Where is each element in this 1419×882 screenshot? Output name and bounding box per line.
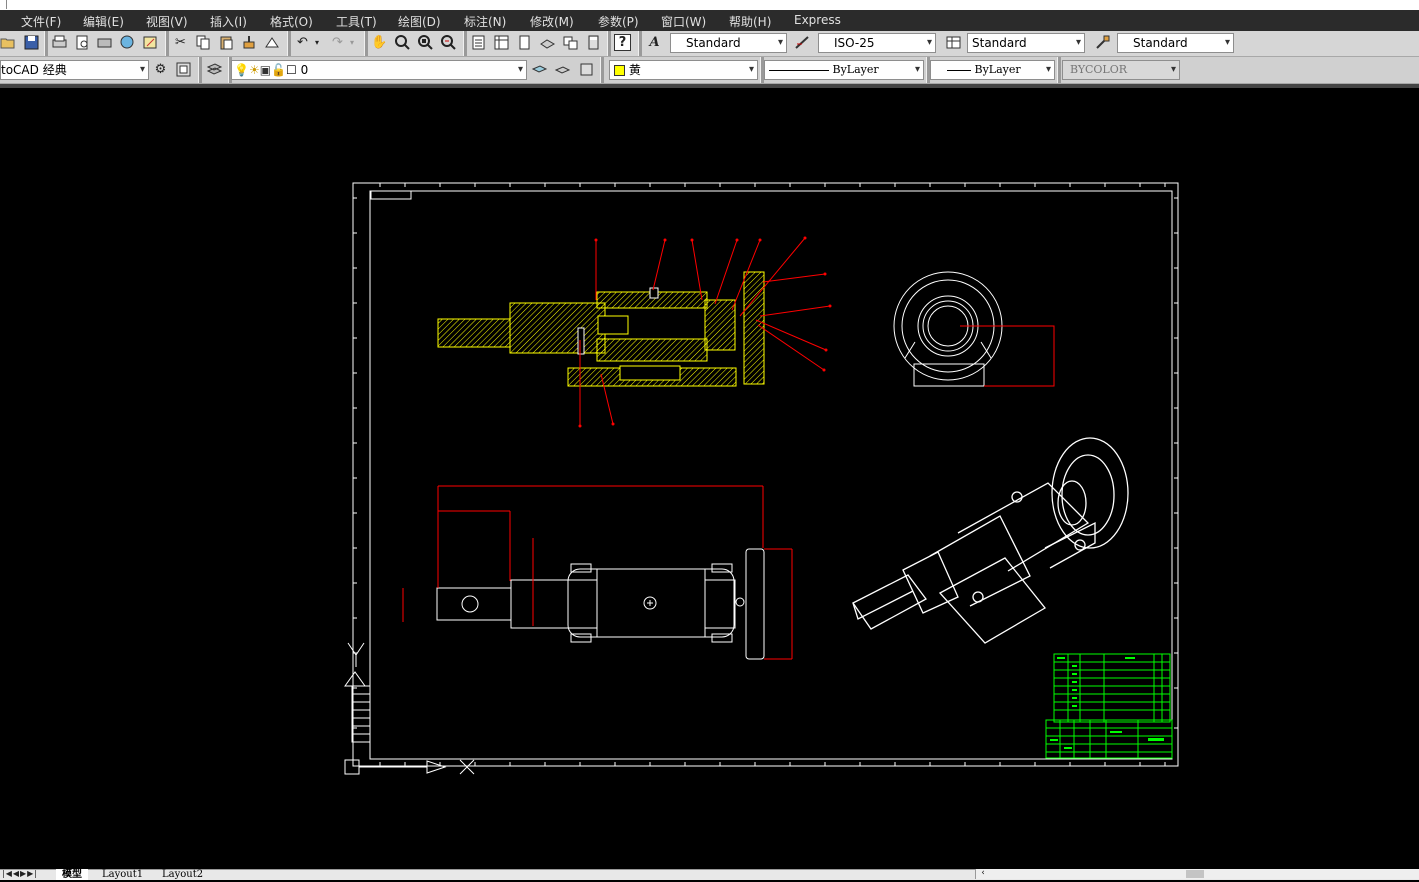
redo-dropdown-icon[interactable]: ▾ [347, 34, 357, 51]
dimension-style-icon[interactable] [794, 34, 811, 51]
tab-model[interactable]: 模型 [56, 869, 88, 880]
layer-state-icon[interactable] [578, 61, 595, 78]
tab-layout1[interactable]: Layout1 [96, 869, 149, 880]
cut-icon[interactable]: ✂ [172, 34, 189, 51]
copy-icon[interactable] [195, 34, 212, 51]
layer-on-icon: 💡 [234, 63, 249, 77]
layer-select[interactable]: 💡☀▣🔓☐ 0 ▾ [231, 60, 527, 80]
help-icon[interactable]: ? [614, 34, 631, 51]
sheet-corner-label [370, 190, 412, 200]
text-style-select[interactable]: Standard ▾ [670, 33, 787, 53]
lineweight-select[interactable]: ByLayer ▾ [930, 60, 1055, 80]
3d-dwf-icon[interactable] [119, 34, 136, 51]
paste-icon[interactable] [218, 34, 235, 51]
my-workspace-icon[interactable] [175, 61, 192, 78]
block-editor-icon[interactable] [264, 34, 281, 51]
horizontal-scrollbar[interactable]: ‹ [975, 868, 1419, 879]
menu-modify[interactable]: 修改(M) [530, 13, 574, 30]
layer-color-icon: ▣ [259, 63, 272, 77]
isometric-view [852, 437, 1129, 644]
zoom-previous-icon[interactable] [440, 34, 457, 51]
layer-freeze-icon: ☀ [248, 63, 260, 77]
zoom-realtime-icon[interactable] [394, 34, 411, 51]
menu-format[interactable]: 格式(O) [270, 13, 313, 30]
color-swatch-icon [614, 65, 625, 76]
lineweight-sample-icon [947, 69, 971, 71]
plot-icon[interactable] [51, 34, 68, 51]
menu-dimension[interactable]: 标注(N) [464, 13, 506, 30]
open-icon[interactable] [0, 34, 17, 51]
zoom-window-icon[interactable] [417, 34, 434, 51]
workspace-select[interactable]: toCAD 经典 ▾ [0, 60, 149, 80]
redo-icon[interactable]: ↷ [329, 34, 346, 51]
design-center-icon[interactable] [493, 34, 510, 51]
dimension-style-select[interactable]: ISO-25 ▾ [818, 33, 936, 53]
publish-icon[interactable] [96, 34, 113, 51]
plot-preview-icon[interactable] [74, 34, 91, 51]
menu-window[interactable]: 窗口(W) [661, 13, 706, 30]
ucs-icon [344, 642, 475, 775]
menu-bar: 文件(F) 编辑(E) 视图(V) 插入(I) 格式(O) 工具(T) 绘图(D… [0, 10, 1419, 31]
scrollbar-thumb[interactable] [1186, 870, 1204, 878]
standard-toolbar: ✂ ↶ ▾ ↷ ▾ ✋ ? A Standard ▾ ISO-25 ▾ Standa… [0, 31, 1419, 57]
multileader-style-select[interactable]: Standard ▾ [1117, 33, 1234, 53]
section-view [437, 271, 765, 387]
text-style-icon[interactable]: A [646, 34, 663, 51]
layer-swatch-icon: ☐ [286, 63, 297, 77]
layer-properties-icon[interactable] [206, 61, 223, 78]
menu-help[interactable]: 帮助(H) [729, 13, 771, 30]
layers-properties-toolbar: toCAD 经典 ▾ ⚙ 💡☀▣🔓☐ 0 ▾ 黄 ▾ ByLayer ▾ ByLaye… [0, 57, 1419, 84]
tab-layout2[interactable]: Layout2 [156, 869, 209, 880]
undo-dropdown-icon[interactable]: ▾ [312, 34, 322, 51]
make-current-layer-icon[interactable] [531, 61, 548, 78]
title-block-text-marks [1050, 657, 1164, 749]
multileader-style-icon[interactable] [1094, 34, 1111, 51]
scroll-left-icon[interactable]: ‹ [978, 865, 988, 878]
quickcalc-icon[interactable] [585, 34, 602, 51]
color-select[interactable]: 黄 ▾ [609, 60, 758, 80]
side-view-dimension [960, 325, 1055, 387]
menu-draw[interactable]: 绘图(D) [398, 13, 441, 30]
menu-view[interactable]: 视图(V) [146, 13, 188, 30]
menu-tools[interactable]: 工具(T) [336, 13, 377, 30]
menu-insert[interactable]: 插入(I) [210, 13, 247, 30]
linetype-sample-icon [769, 69, 829, 71]
table-style-icon[interactable] [945, 34, 962, 51]
menu-parametric[interactable]: 参数(P) [598, 13, 639, 30]
drawing-sheet [344, 182, 1179, 775]
pan-icon[interactable]: ✋ [371, 34, 388, 51]
tab-navigation-icon[interactable]: |◀◀▶▶| [0, 869, 40, 879]
save-icon[interactable] [23, 34, 40, 51]
title-block [1045, 653, 1173, 759]
layer-previous-icon[interactable] [554, 61, 571, 78]
sheet-set-icon[interactable] [142, 34, 159, 51]
front-view [436, 548, 765, 660]
tool-palettes-icon[interactable] [516, 34, 533, 51]
markup-set-icon[interactable] [562, 34, 579, 51]
sheet-set-manager-icon[interactable] [539, 34, 556, 51]
undo-icon[interactable]: ↶ [294, 34, 311, 51]
side-view [893, 271, 1003, 387]
linetype-select[interactable]: ByLayer ▾ [764, 60, 924, 80]
plotstyle-select[interactable]: BYCOLOR ▾ [1062, 60, 1180, 80]
properties-icon[interactable] [470, 34, 487, 51]
workspace-settings-icon[interactable]: ⚙ [152, 61, 169, 78]
match-properties-icon[interactable] [241, 34, 258, 51]
layer-lock-icon: 🔓 [271, 63, 287, 77]
menu-express[interactable]: Express [794, 13, 841, 27]
table-style-select[interactable]: Standard ▾ [967, 33, 1085, 53]
sheet-inner-frame [369, 190, 1173, 760]
menu-edit[interactable]: 编辑(E) [83, 13, 124, 30]
menu-file[interactable]: 文件(F) [21, 13, 61, 30]
